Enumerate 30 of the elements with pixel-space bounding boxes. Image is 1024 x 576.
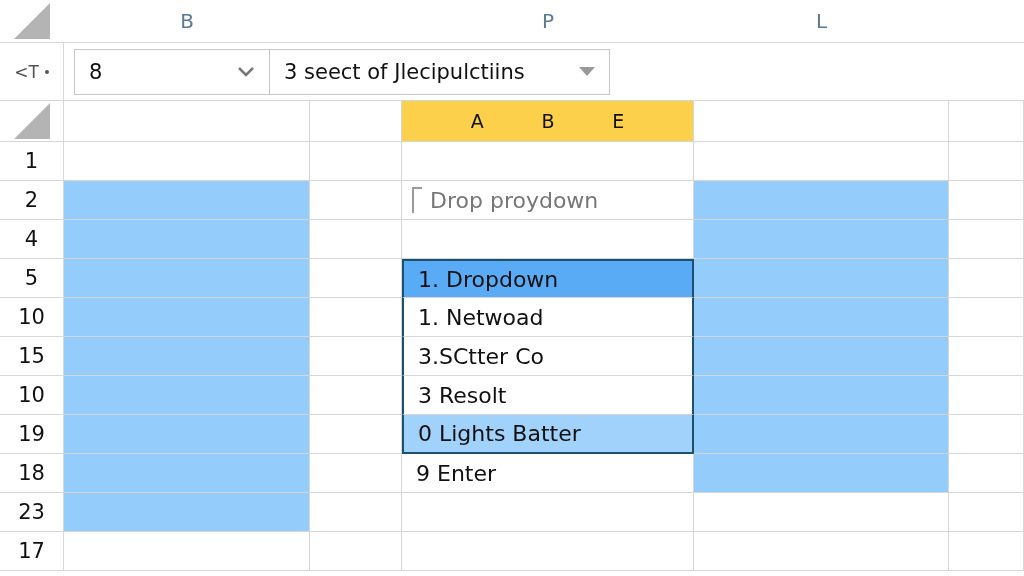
empty-cell[interactable]	[310, 142, 402, 181]
empty-cell[interactable]	[402, 142, 694, 181]
table-cell[interactable]: Drop proydown	[402, 181, 694, 220]
empty-cell[interactable]	[949, 493, 1024, 532]
row-number: 17	[0, 532, 64, 571]
empty-cell[interactable]	[949, 142, 1024, 181]
empty-cell[interactable]	[310, 532, 402, 571]
caret-down-icon	[579, 66, 595, 77]
empty-cell[interactable]	[949, 532, 1024, 571]
select-all-triangle-icon[interactable]	[14, 3, 50, 39]
column-letter: B	[180, 9, 194, 33]
bracket-icon	[412, 187, 422, 213]
empty-cell[interactable]	[402, 532, 694, 571]
dropdown-hint: Drop proydown	[430, 187, 599, 213]
header-label: E	[612, 110, 625, 132]
dropdown-option[interactable]: 0 Lights Batter	[402, 415, 694, 454]
formula-dropdown[interactable]: 3 seect of Jlecipulctiins	[270, 48, 610, 95]
name-box-field[interactable]: 8	[74, 48, 270, 95]
header-label: A	[470, 110, 484, 132]
row-number: 1	[0, 142, 64, 181]
select-all-triangle-icon[interactable]	[13, 103, 50, 139]
column-letter: L	[815, 9, 828, 33]
empty-cell[interactable]	[949, 101, 1024, 142]
header-label: B	[541, 110, 555, 132]
dropdown-option[interactable]: 1. Dropdown	[402, 259, 694, 298]
selector-dropdown[interactable]: <T	[14, 61, 49, 82]
chevron-down-icon	[237, 65, 255, 78]
column-letter: P	[541, 9, 555, 33]
empty-cell[interactable]	[64, 101, 310, 142]
empty-cell[interactable]	[402, 493, 694, 532]
